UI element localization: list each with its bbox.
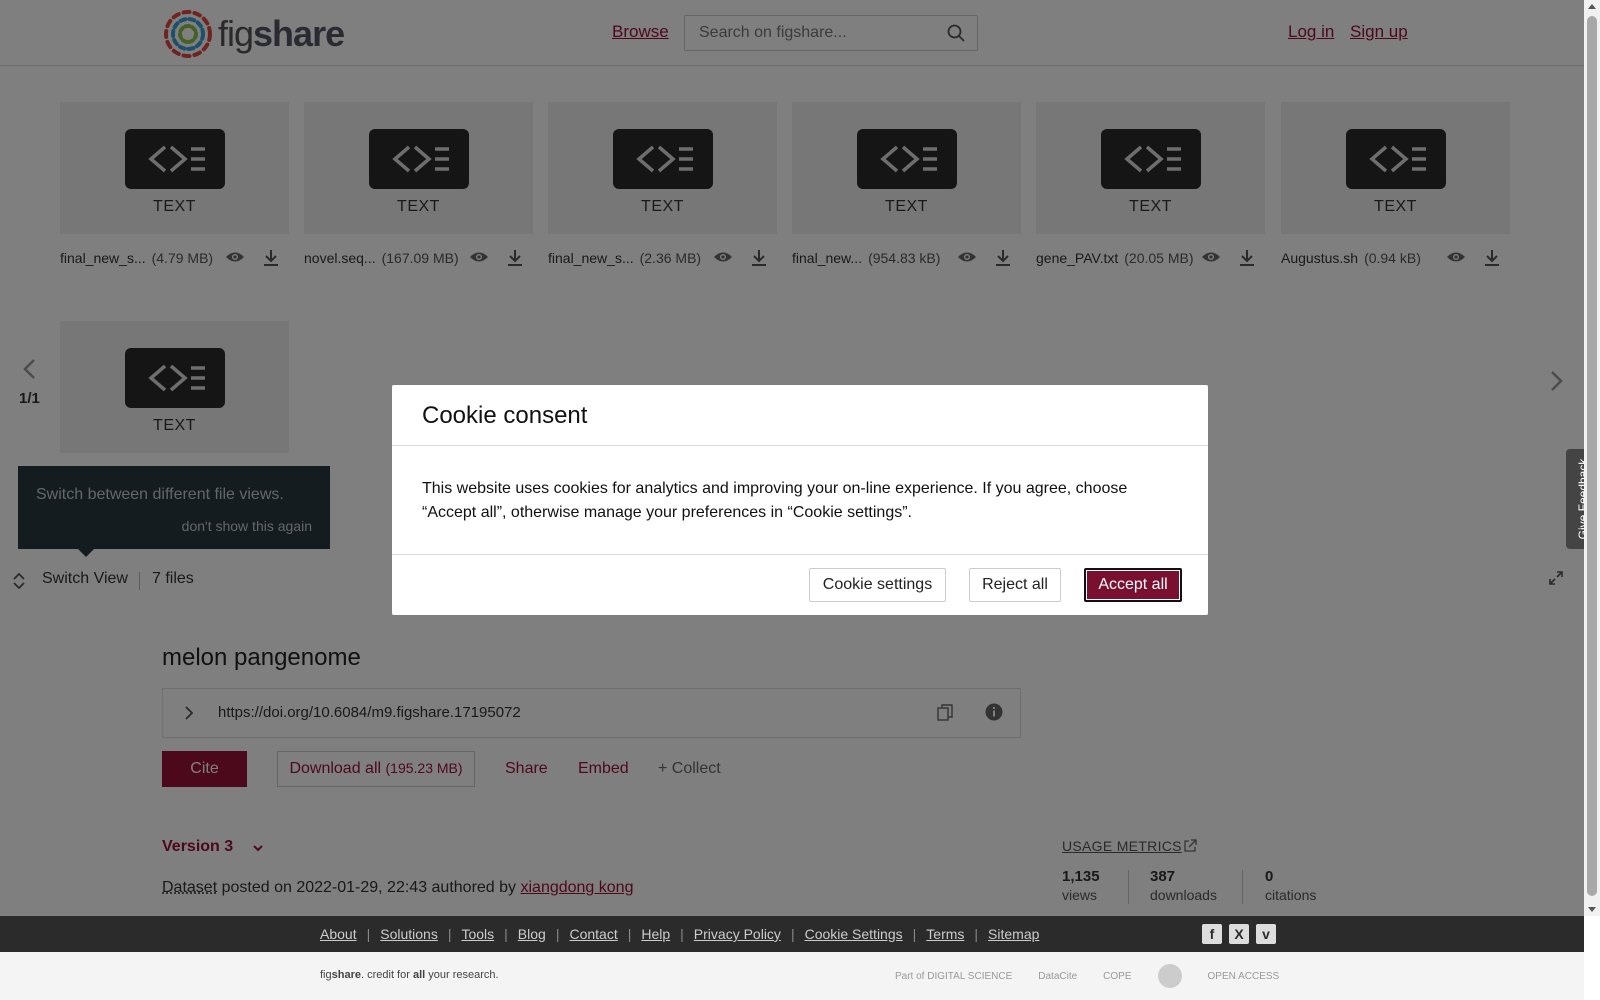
page-scrollbar[interactable] <box>1584 0 1600 916</box>
footer-separator: | <box>680 926 684 942</box>
footer-link-contact[interactable]: Contact <box>569 926 617 942</box>
footer-separator: | <box>912 926 917 942</box>
partner-logo[interactable]: COPE <box>1103 971 1131 982</box>
scroll-down-arrow[interactable] <box>1588 907 1596 912</box>
cookie-dialog-body: This website uses cookies for analytics … <box>422 480 1128 521</box>
cookie-consent-dialog: Cookie consent This website uses cookies… <box>392 385 1208 615</box>
footer-separator: | <box>447 926 452 942</box>
footer-nav: About | Solutions | Tools | Blog | Contact | Help |… <box>0 916 1584 952</box>
footer-link-about[interactable]: About <box>320 926 357 942</box>
footer-link-sitemap[interactable]: Sitemap <box>988 926 1039 942</box>
footer-link-solutions[interactable]: Solutions <box>380 926 438 942</box>
cookie-dialog-title: Cookie consent <box>422 402 588 429</box>
partner-logo[interactable]: DataCite <box>1038 971 1077 982</box>
footer-separator: | <box>366 926 371 942</box>
vimeo-icon[interactable]: v <box>1256 924 1276 944</box>
footer-separator: | <box>974 926 979 942</box>
dialog-divider <box>392 554 1208 555</box>
dialog-divider <box>392 445 1208 446</box>
footer-link-help[interactable]: Help <box>641 926 670 942</box>
footer-link-tools[interactable]: Tools <box>461 926 494 942</box>
footer-separator: | <box>790 926 795 942</box>
partner-logo[interactable] <box>1157 964 1182 988</box>
footer-links: About | Solutions | Tools | Blog | Contact | Help |… <box>320 926 1039 942</box>
footer-link-privacy-policy[interactable]: Privacy Policy <box>694 926 781 942</box>
facebook-icon[interactable]: f <box>1202 924 1222 944</box>
partner-logos: Part of DIGITAL SCIENCE DataCite COPE OPEN … <box>895 964 1279 988</box>
scroll-up-arrow[interactable] <box>1588 4 1596 9</box>
footer-link-terms[interactable]: Terms <box>926 926 964 942</box>
footer-separator: | <box>627 926 632 942</box>
cookie-settings-button[interactable]: Cookie settings <box>809 568 946 602</box>
partner-logo[interactable]: OPEN ACCESS <box>1208 971 1280 982</box>
partner-logo[interactable]: Part of DIGITAL SCIENCE <box>895 971 1012 982</box>
footer-link-cookie-settings[interactable]: Cookie Settings <box>805 926 903 942</box>
footer-bottom: figshare. credit for all your research. … <box>0 952 1584 1000</box>
x-twitter-icon[interactable]: X <box>1229 924 1249 944</box>
footer-separator: | <box>504 926 508 942</box>
accept-all-button[interactable]: Accept all <box>1084 568 1182 602</box>
footer-separator: | <box>555 926 560 942</box>
reject-all-button[interactable]: Reject all <box>969 568 1061 602</box>
footer-link-blog[interactable]: Blog <box>518 926 546 942</box>
footer-tagline: figshare. credit for all your research. <box>320 969 499 981</box>
scrollbar-thumb[interactable] <box>1587 16 1597 896</box>
